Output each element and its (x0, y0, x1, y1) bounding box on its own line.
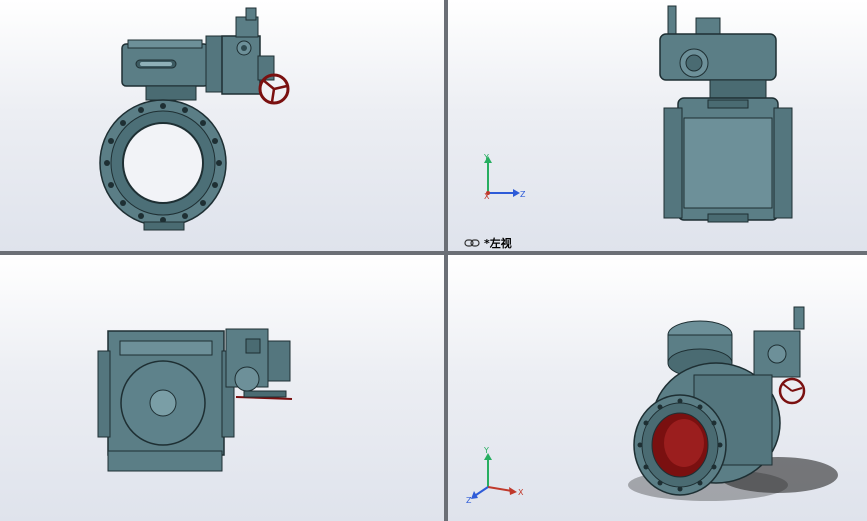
isometric-view-model: Y X Z (466, 306, 838, 505)
viewport-front[interactable] (0, 0, 444, 251)
viewport-left[interactable]: Y Z X *左视 (448, 0, 867, 251)
axis-x-label: X (484, 192, 490, 201)
left-view-model: Y Z X (483, 5, 793, 223)
axis-y-label: Y (483, 446, 489, 455)
front-view-model (99, 7, 290, 231)
axis-z-label: Z (520, 190, 526, 199)
handwheel-icon (778, 377, 806, 405)
axis-z-label: Z (466, 496, 472, 505)
axis-triad: Y Z X (483, 153, 526, 201)
axis-y-label: Y (483, 153, 489, 162)
axis-x-label: X (518, 488, 524, 497)
link-icon (464, 239, 480, 247)
axis-triad-iso: Y X Z (466, 446, 524, 505)
viewport-isometric[interactable]: Y X Z (448, 255, 867, 521)
viewport-top[interactable] (0, 255, 444, 521)
view-label: *左视 (464, 235, 512, 251)
top-view-model (97, 328, 293, 472)
view-label-text: *左视 (484, 237, 512, 250)
